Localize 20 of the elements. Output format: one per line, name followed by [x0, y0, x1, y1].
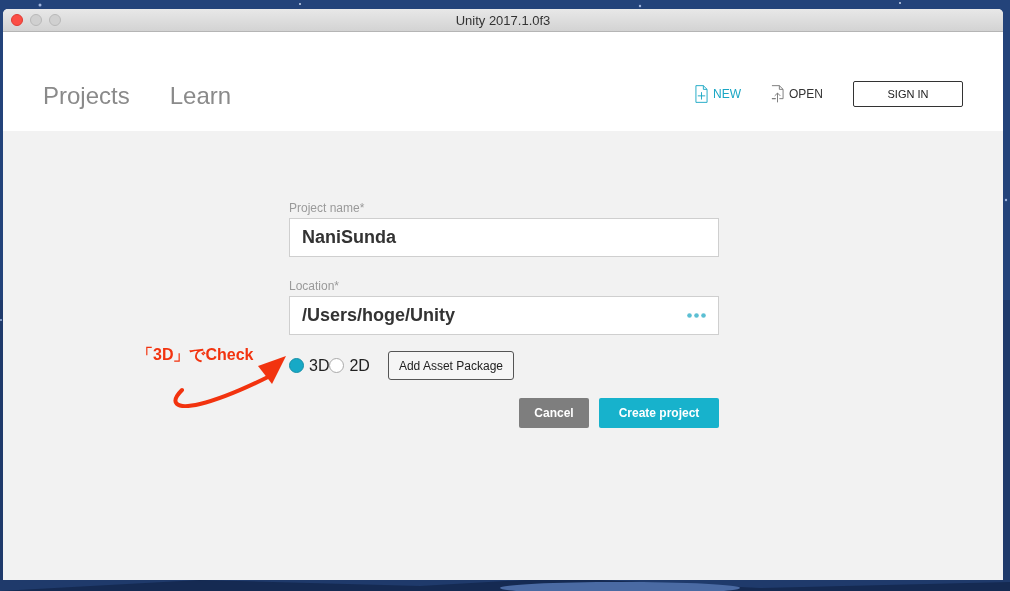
location-field[interactable]: /Users/hoge/Unity: [289, 296, 719, 335]
minimize-button[interactable]: [30, 14, 42, 26]
field-label: Project name*: [289, 201, 366, 216]
cancel-button[interactable]: Cancel: [519, 398, 589, 428]
radio-label[interactable]: 3D: [309, 356, 330, 375]
add-asset-package-button[interactable]: Add Asset Package: [387, 351, 514, 380]
annotation-text: 「3D」でCheck: [137, 345, 254, 365]
open-button[interactable]: OPEN: [771, 83, 823, 104]
window-title: Unity 2017.1.0f3: [455, 12, 551, 28]
field-label: Location*: [289, 279, 341, 294]
upload-file-icon: [771, 83, 784, 104]
more-icon[interactable]: [687, 313, 706, 318]
radio-button[interactable]: [329, 358, 345, 373]
close-button[interactable]: [11, 14, 23, 26]
sign-in-button[interactable]: SIGN IN: [853, 80, 963, 107]
name-field[interactable]: NaniSunda: [289, 218, 719, 257]
new-file-icon: [695, 83, 708, 104]
radio-label[interactable]: 2D: [349, 356, 370, 375]
zoom-button[interactable]: [49, 14, 61, 26]
radio-button[interactable]: [289, 358, 304, 373]
